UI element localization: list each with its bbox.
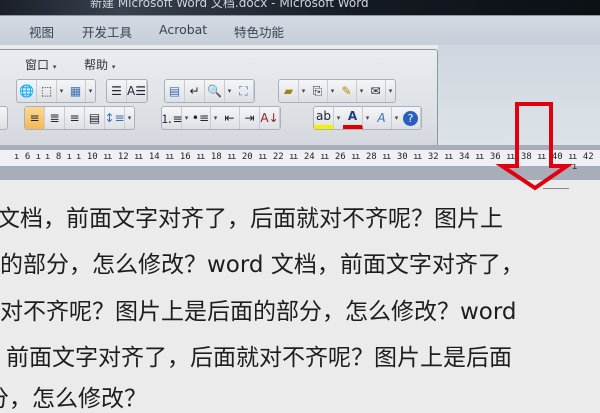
- down-arrow-icon: [495, 102, 574, 191]
- red-arrow-annotation: [495, 102, 574, 191]
